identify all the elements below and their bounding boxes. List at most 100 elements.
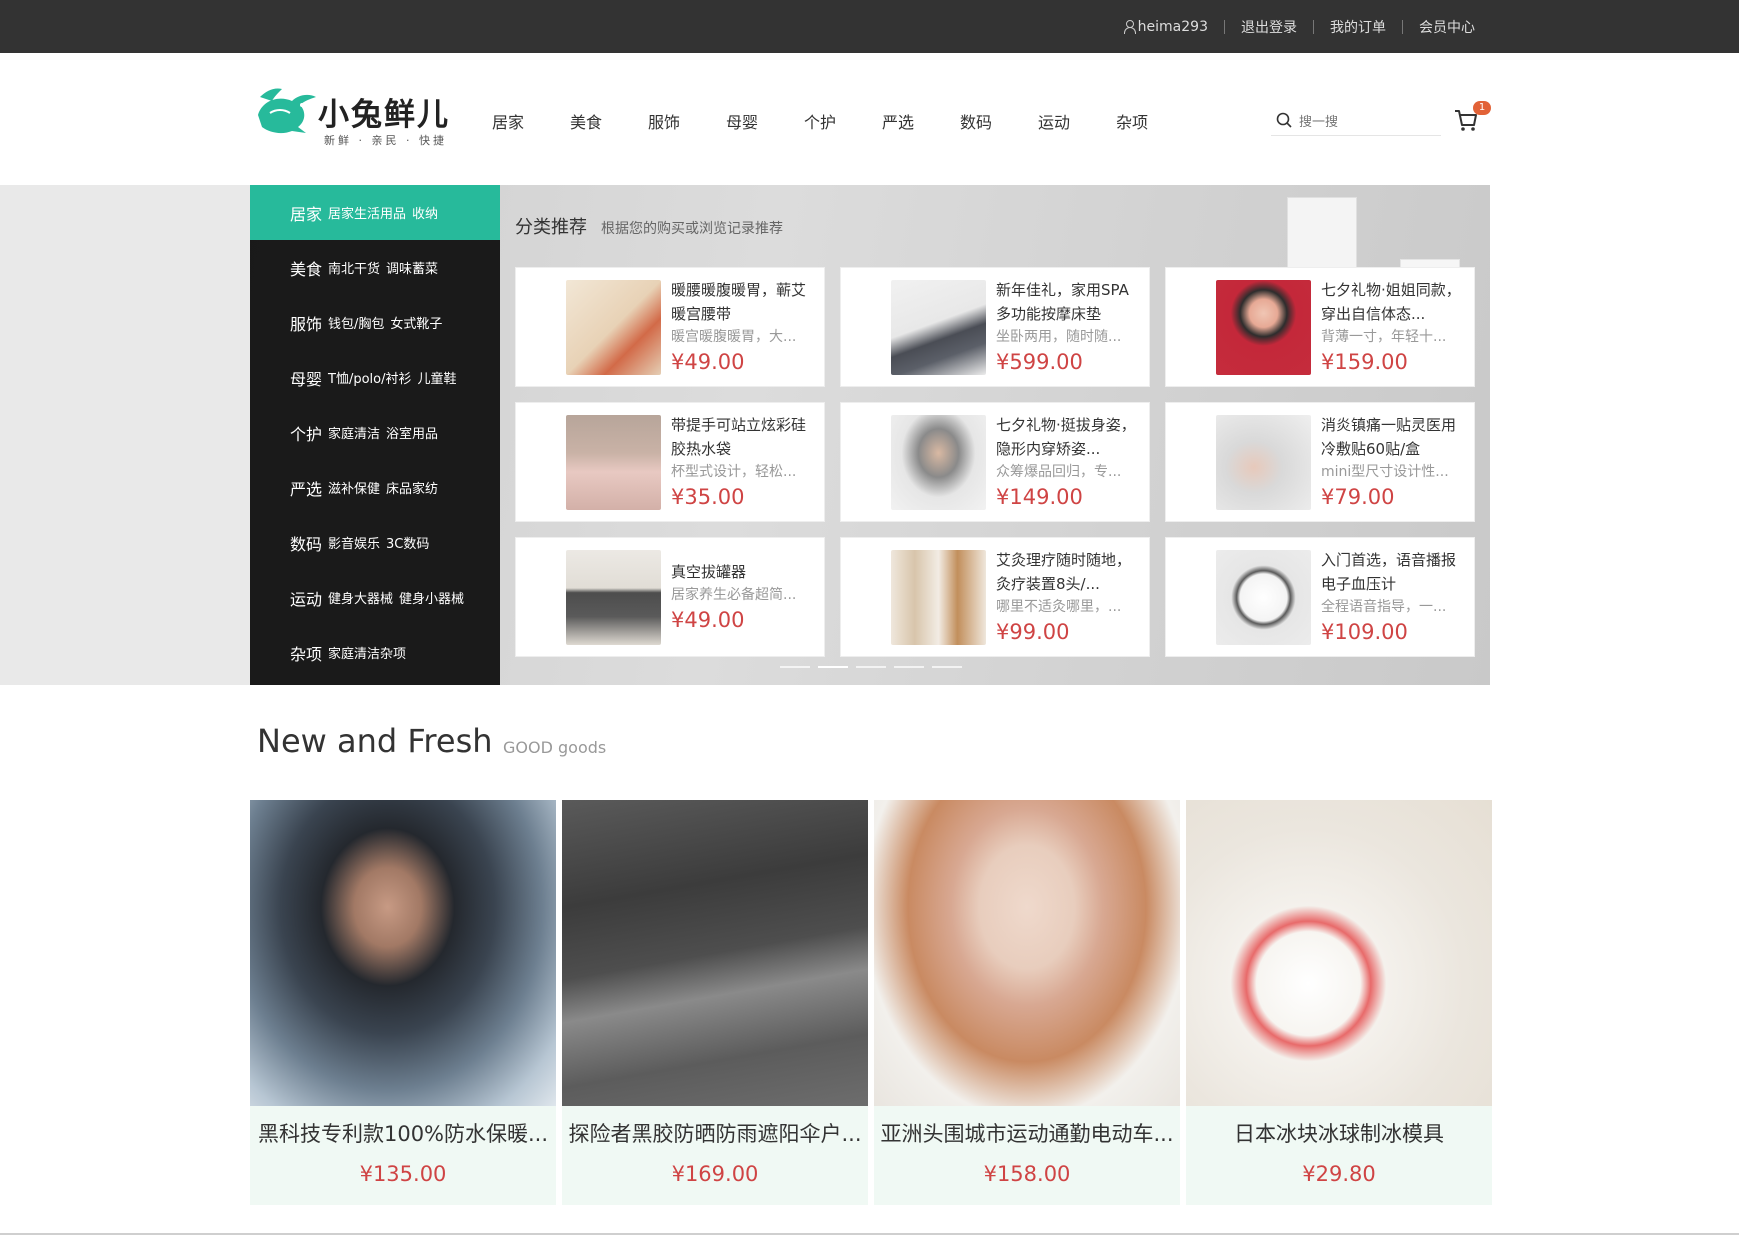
- recommend-card[interactable]: 真空拔罐器 居家养生必备超简... ¥49.00: [515, 537, 825, 657]
- product-name: 艾灸理疗随时随地，灸疗装置8头/...: [996, 551, 1132, 593]
- category-item-sports[interactable]: 运动 健身大器械 健身小器械: [250, 570, 500, 625]
- product-name: 入门首选，语音播报电子血压计: [1321, 551, 1457, 593]
- product-price: ¥35.00: [671, 485, 745, 509]
- recommend-card[interactable]: 暖腰暖腹暖胃，蕲艾暖宫腰带 暖宫暖腹暖胃，大... ¥49.00: [515, 267, 825, 387]
- nav-item-food[interactable]: 美食: [570, 109, 648, 133]
- product-name: 真空拔罐器: [671, 563, 747, 581]
- product-name: 日本冰块冰球制冰模具: [1234, 1122, 1444, 1146]
- recommend-card[interactable]: 带提手可站立炫彩硅胶热水袋 杯型式设计，轻松... ¥35.00: [515, 402, 825, 522]
- category-sub-link[interactable]: 家庭清洁: [328, 423, 380, 442]
- main-nav: 居家 美食 服饰 母婴 个护 严选 数码 运动 杂项: [492, 109, 1194, 133]
- member-center-link[interactable]: 会员中心: [1419, 17, 1475, 37]
- fresh-product-card[interactable]: 日本冰块冰球制冰模具 ¥29.80: [1186, 800, 1492, 1205]
- category-item-selection[interactable]: 严选 滋补保健 床品家纺: [250, 460, 500, 515]
- product-desc: 坐卧两用，随时随...: [996, 329, 1122, 345]
- category-sub-link[interactable]: 滋补保健: [328, 478, 380, 497]
- product-desc: mini型尺寸设计性...: [1321, 464, 1449, 480]
- product-name: 亚洲头围城市运动通勤电动车...: [880, 1122, 1174, 1146]
- product-desc: 杯型式设计，轻松...: [671, 464, 797, 480]
- username: heima293: [1137, 18, 1208, 35]
- category-sub-link[interactable]: 床品家纺: [386, 478, 438, 497]
- recommend-card[interactable]: 七夕礼物·姐姐同款，穿出自信体态... 背薄一寸，年轻十... ¥159.00: [1165, 267, 1475, 387]
- logo-slogan: 新鲜 · 亲民 · 快捷: [324, 134, 447, 147]
- product-name: 探险者黑胶防晒防雨遮阳伞户...: [568, 1122, 862, 1146]
- cart-button[interactable]: 1: [1453, 101, 1493, 136]
- nav-item-care[interactable]: 个护: [804, 109, 882, 133]
- fresh-product-card[interactable]: 亚洲头围城市运动通勤电动车... ¥158.00: [874, 800, 1180, 1205]
- category-sub-link[interactable]: 健身大器械: [328, 588, 393, 607]
- nav-item-baby[interactable]: 母婴: [726, 109, 804, 133]
- product-name: 黑科技专利款100%防水保暖...: [257, 1122, 549, 1146]
- divider: [1402, 19, 1403, 34]
- nav-item-selection[interactable]: 严选: [882, 109, 960, 133]
- product-image: [874, 800, 1180, 1106]
- category-sub-link[interactable]: 浴室用品: [386, 423, 438, 442]
- category-sub-link[interactable]: 健身小器械: [399, 588, 464, 607]
- nav-item-sports[interactable]: 运动: [1038, 109, 1116, 133]
- recommend-card[interactable]: 消炎镇痛一贴灵医用冷敷贴60贴/盒 mini型尺寸设计性... ¥79.00: [1165, 402, 1475, 522]
- user-link[interactable]: heima293: [1123, 19, 1208, 35]
- product-price: ¥29.80: [1302, 1162, 1376, 1186]
- category-name: 运动: [290, 589, 323, 609]
- logo-text: 小兔鲜儿: [318, 97, 450, 133]
- category-sub-link[interactable]: 儿童鞋: [418, 368, 457, 387]
- nav-item-digital[interactable]: 数码: [960, 109, 1038, 133]
- category-sub-link[interactable]: 收纳: [412, 203, 438, 222]
- category-sub-link[interactable]: 家庭清洁杂项: [328, 643, 406, 662]
- category-item-baby[interactable]: 母婴 T恤/polo/衬衫 儿童鞋: [250, 350, 500, 405]
- category-sub-link[interactable]: 影音娱乐: [328, 533, 380, 552]
- category-item-clothing[interactable]: 服饰 钱包/胸包 女式靴子: [250, 295, 500, 350]
- product-price: ¥109.00: [1321, 620, 1408, 644]
- fresh-product-card[interactable]: 黑科技专利款100%防水保暖... ¥135.00: [250, 800, 556, 1205]
- logo[interactable]: 小兔鲜儿 新鲜 · 亲民 · 快捷: [252, 77, 452, 149]
- my-orders-link[interactable]: 我的订单: [1330, 17, 1386, 37]
- user-icon: [1123, 19, 1136, 34]
- category-item-care[interactable]: 个护 家庭清洁 浴室用品: [250, 405, 500, 460]
- category-sub-link[interactable]: T恤/polo/衬衫: [328, 368, 411, 387]
- search-icon[interactable]: [1276, 112, 1292, 128]
- recommend-card[interactable]: 七夕礼物·挺拔身姿，隐形内穿矫姿... 众筹爆品回归，专... ¥149.00: [840, 402, 1150, 522]
- nav-item-clothing[interactable]: 服饰: [648, 109, 726, 133]
- nav-item-home[interactable]: 居家: [492, 109, 570, 133]
- category-item-digital[interactable]: 数码 影音娱乐 3C数码: [250, 515, 500, 570]
- category-item-misc[interactable]: 杂项 家庭清洁杂项: [250, 625, 500, 680]
- category-sub-link[interactable]: 居家生活用品: [328, 203, 406, 222]
- category-recommend-panel: 分类推荐 根据您的购买或浏览记录推荐 暖腰暖腹暖胃，蕲艾暖宫腰带 暖宫暖腹暖胃，…: [500, 185, 1490, 685]
- product-price: ¥49.00: [671, 350, 745, 374]
- recommend-card[interactable]: 新年佳礼，家用SPA多功能按摩床垫 坐卧两用，随时随... ¥599.00: [840, 267, 1150, 387]
- product-price: ¥158.00: [983, 1162, 1071, 1186]
- recommend-card[interactable]: 艾灸理疗随时随地，灸疗装置8头/... 哪里不适灸哪里，... ¥99.00: [840, 537, 1150, 657]
- product-thumbnail: [891, 415, 986, 510]
- category-sub-link[interactable]: 调味蓄菜: [386, 258, 438, 277]
- category-name: 数码: [290, 534, 323, 554]
- fresh-product-list: 黑科技专利款100%防水保暖... ¥135.00 探险者黑胶防晒防雨遮阳伞户.…: [250, 800, 1492, 1205]
- topbar-links: heima293 退出登录 我的订单 会员中心: [1123, 0, 1475, 53]
- category-sub-link[interactable]: 钱包/胸包: [328, 313, 384, 332]
- fresh-product-card[interactable]: 探险者黑胶防晒防雨遮阳伞户... ¥169.00: [562, 800, 868, 1205]
- category-sub-link[interactable]: 3C数码: [386, 533, 429, 552]
- product-desc: 背薄一寸，年轻十...: [1321, 329, 1447, 345]
- category-name: 居家: [290, 204, 323, 224]
- product-name: 暖腰暖腹暖胃，蕲艾暖宫腰带: [671, 281, 807, 323]
- category-item-home[interactable]: 居家 居家生活用品 收纳: [250, 185, 500, 240]
- category-sub-link[interactable]: 南北干货: [328, 258, 380, 277]
- search-box: [1271, 106, 1441, 136]
- category-sub-link[interactable]: 女式靴子: [390, 313, 442, 332]
- logout-link[interactable]: 退出登录: [1241, 17, 1297, 37]
- recommend-card[interactable]: 入门首选，语音播报电子血压计 全程语音指导，一... ¥109.00: [1165, 537, 1475, 657]
- search-input[interactable]: [1299, 110, 1429, 132]
- category-name: 个护: [290, 424, 323, 444]
- product-image: [250, 800, 556, 1106]
- product-name: 七夕礼物·姐姐同款，穿出自信体态...: [1321, 281, 1461, 323]
- product-thumbnail: [891, 550, 986, 645]
- category-item-food[interactable]: 美食 南北干货 调味蓄菜: [250, 240, 500, 295]
- category-name: 严选: [290, 479, 323, 499]
- product-name: 新年佳礼，家用SPA多功能按摩床垫: [996, 281, 1129, 323]
- nav-item-misc[interactable]: 杂项: [1116, 109, 1194, 133]
- product-thumbnail: [566, 280, 661, 375]
- product-thumbnail: [1216, 415, 1311, 510]
- product-price: ¥135.00: [359, 1162, 447, 1186]
- section-title: New and Fresh: [257, 722, 493, 760]
- category-name: 服饰: [290, 314, 323, 334]
- product-thumbnail: [1216, 280, 1311, 375]
